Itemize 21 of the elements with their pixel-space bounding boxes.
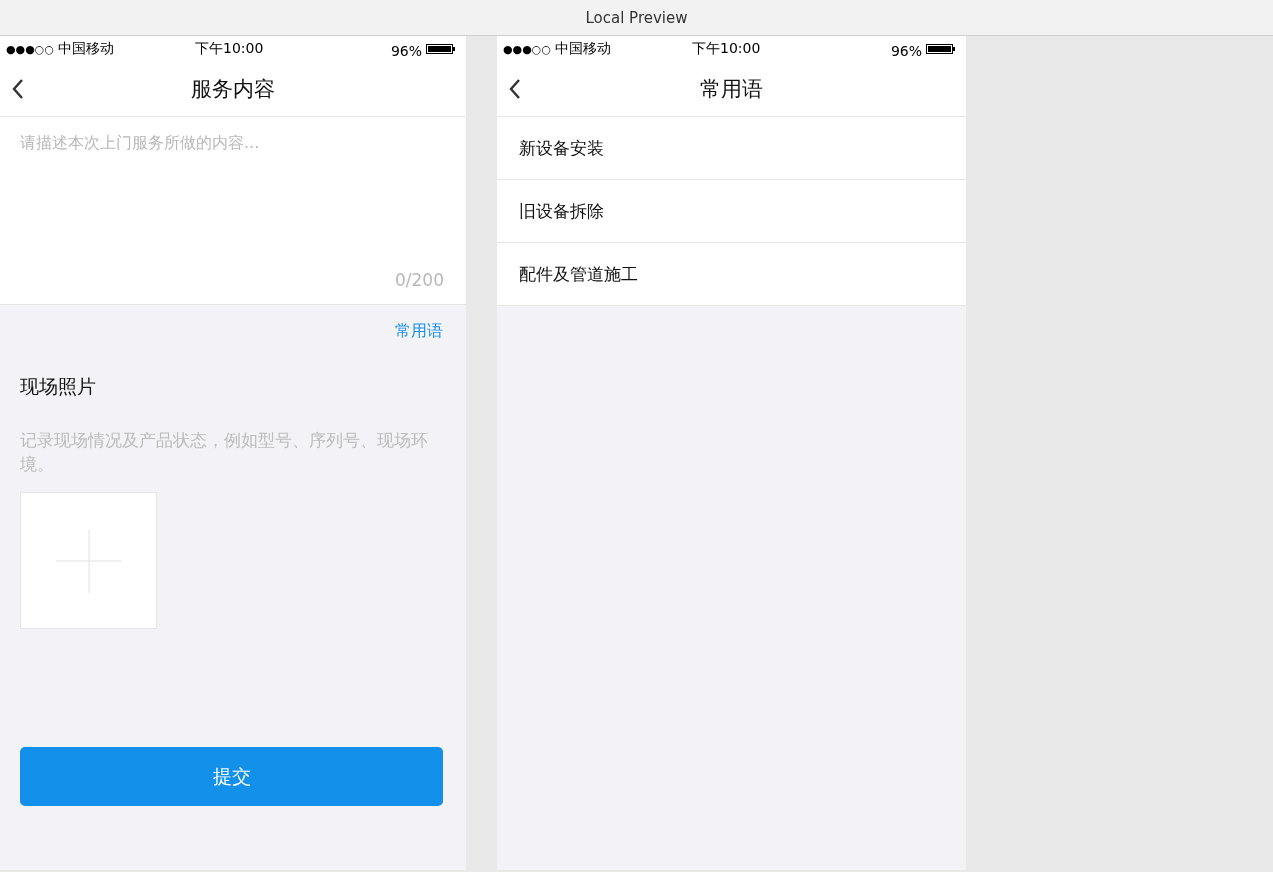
status-time: 下午10:00 — [692, 40, 761, 58]
battery-icon — [926, 43, 956, 55]
back-icon[interactable] — [507, 77, 523, 101]
carrier-name: 中国移动 — [555, 40, 611, 58]
battery-percent: 96% — [890, 43, 922, 59]
signal-dots: ●●●○○ — [503, 42, 551, 56]
battery-icon — [426, 43, 456, 55]
page-title: 服务内容 — [191, 76, 275, 103]
character-counter: 0/200 — [395, 270, 444, 290]
battery-percent: 96% — [390, 43, 422, 59]
status-time: 下午10:00 — [195, 40, 264, 58]
phrase-item[interactable]: 配件及管道施工 — [497, 243, 966, 306]
photo-hint: 记录现场情况及产品状态，例如型号、序列号、现场环境。 — [20, 429, 429, 476]
signal-dots: ●●●○○ — [6, 42, 54, 56]
phrase-item[interactable]: 新设备安装 — [497, 117, 966, 180]
carrier-name: 中国移动 — [58, 40, 114, 58]
section-heading: 现场照片 — [20, 374, 97, 399]
phrase-item[interactable]: 旧设备拆除 — [497, 180, 966, 243]
page-title: 常用语 — [700, 76, 763, 103]
back-icon[interactable] — [10, 77, 26, 101]
window-title: Local Preview — [585, 8, 688, 27]
